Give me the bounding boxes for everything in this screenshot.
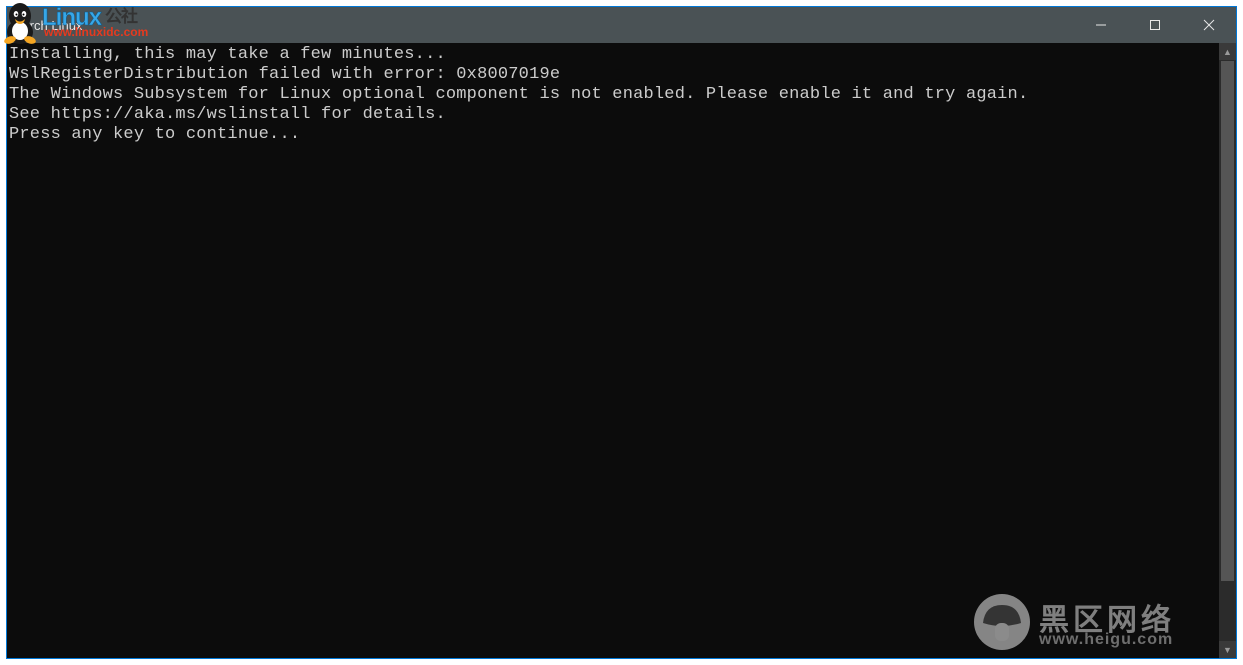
window-frame: Arch Linux Installing, this may take a f… <box>6 6 1237 659</box>
window-title: Arch Linux <box>7 18 82 33</box>
terminal-output[interactable]: Installing, this may take a few minutes.… <box>7 43 1219 658</box>
scroll-down-button[interactable]: ▼ <box>1219 641 1236 658</box>
client-area: Installing, this may take a few minutes.… <box>7 43 1236 658</box>
close-button[interactable] <box>1182 7 1236 43</box>
scroll-thumb[interactable] <box>1221 61 1234 581</box>
close-icon <box>1203 19 1215 31</box>
maximize-icon <box>1149 19 1161 31</box>
vertical-scrollbar[interactable]: ▲ ▼ <box>1219 43 1236 658</box>
minimize-button[interactable] <box>1074 7 1128 43</box>
window-inner: Arch Linux Installing, this may take a f… <box>7 7 1236 658</box>
minimize-icon <box>1095 19 1107 31</box>
titlebar[interactable]: Arch Linux <box>7 7 1236 43</box>
maximize-button[interactable] <box>1128 7 1182 43</box>
scroll-up-button[interactable]: ▲ <box>1219 43 1236 60</box>
